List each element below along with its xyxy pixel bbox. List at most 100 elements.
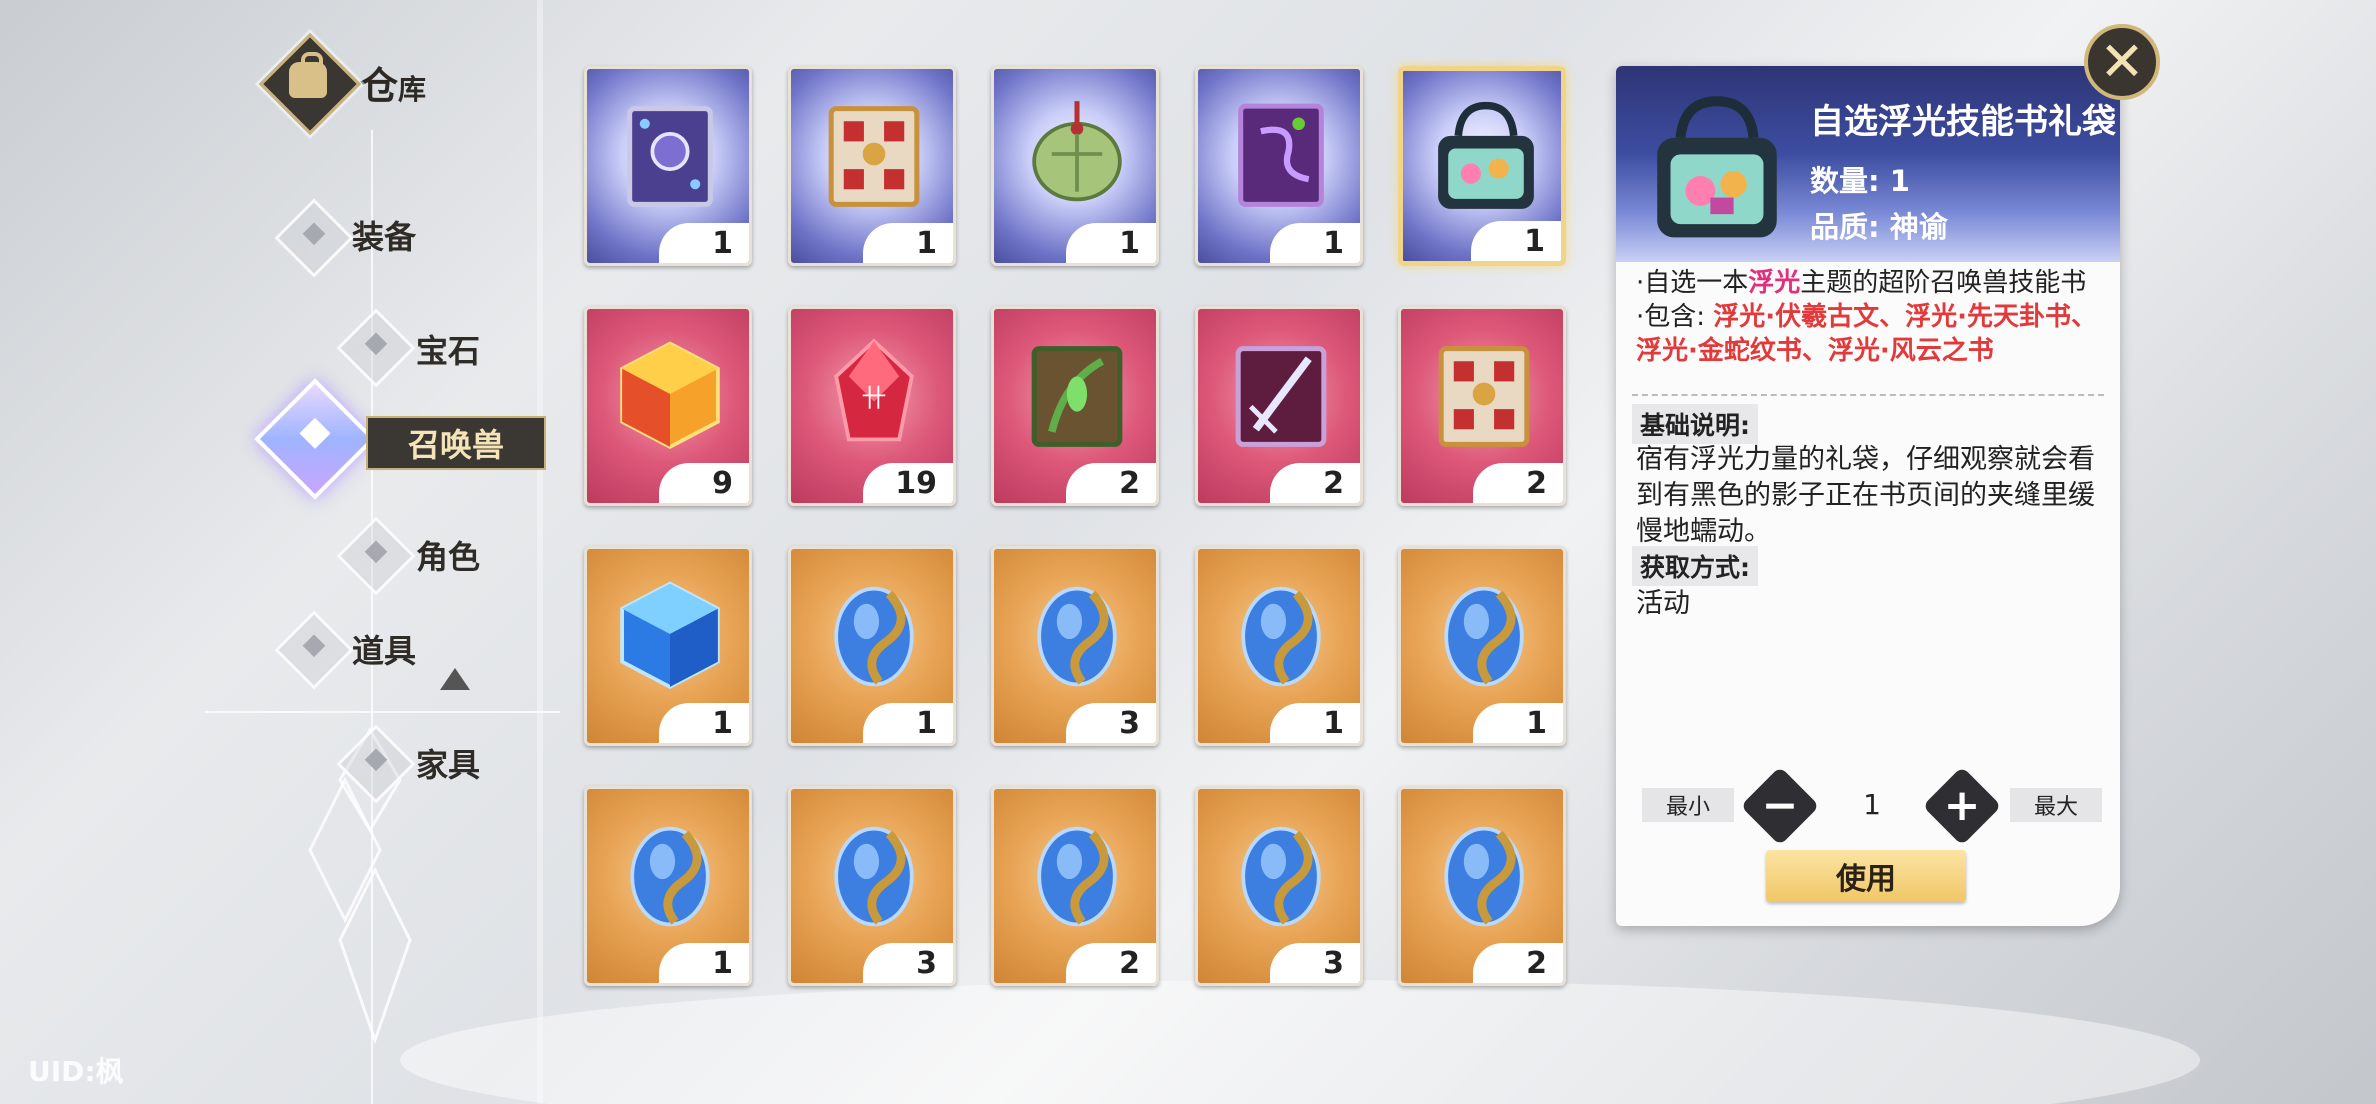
item-card[interactable]: 1 <box>991 66 1159 266</box>
gift-bag-icon <box>1438 101 1534 209</box>
obtain-text: 活动 <box>1636 588 1690 619</box>
item-card[interactable]: 1 <box>788 66 956 266</box>
item-card[interactable]: 1 <box>1398 546 1566 746</box>
plus-icon: + <box>1943 780 1981 831</box>
obtain-label: 获取方式: <box>1632 546 1758 586</box>
item-count: 3 <box>1066 703 1156 743</box>
item-count: 3 <box>1270 943 1360 983</box>
item-count: 1 <box>659 703 749 743</box>
warehouse-title: 仓库 <box>259 33 427 135</box>
item-card[interactable]: 2 <box>1195 306 1363 506</box>
item-card[interactable]: 3 <box>788 786 956 986</box>
item-card[interactable]: 2 <box>1398 306 1566 506</box>
item-card[interactable]: 2 <box>1398 786 1566 986</box>
detail-description: ·自选一本浮光主题的超阶召唤兽技能书 ·包含: 浮光·伏羲古文、浮光·先天卦书、… <box>1636 268 2098 366</box>
max-button[interactable]: 最大 <box>2010 788 2102 822</box>
sidebar-item-label: 角色 <box>416 538 481 576</box>
fire-cube-icon <box>620 341 720 450</box>
item-count: 2 <box>1066 943 1156 983</box>
item-count: 2 <box>1473 943 1563 983</box>
blue-gem-icon <box>1037 586 1117 687</box>
item-card[interactable]: 1 <box>584 546 752 746</box>
item-card[interactable]: 1 <box>1195 546 1363 746</box>
item-card[interactable]: 2 <box>991 786 1159 986</box>
red-crystal-icon: 卄 <box>834 338 914 442</box>
diamond-icon <box>336 308 416 388</box>
diamond-icon <box>274 198 354 278</box>
blue-gem-icon <box>1444 586 1524 687</box>
item-detail-panel: 自选浮光技能书礼袋 数量: 1 品质: 神谕 ·自选一本浮光主题的超阶召唤兽技能… <box>1616 66 2120 926</box>
item-card[interactable]: 1 <box>584 786 752 986</box>
minus-icon: − <box>1761 780 1799 831</box>
svg-text:卄: 卄 <box>861 384 886 413</box>
sidebar-item-label: 家具 <box>416 746 481 784</box>
item-card[interactable]: 1 <box>584 66 752 266</box>
basic-info-label: 基础说明: <box>1632 404 1758 444</box>
item-grid: 1 1 1 1 1 9 卄 19 2 2 2 1 1 3 1 1 1 3 2 3 2 <box>584 66 1570 996</box>
warehouse-title-text: 仓库 <box>360 63 427 108</box>
sidebar-item-label: 道具 <box>352 632 417 670</box>
item-card[interactable]: 1 <box>1195 66 1363 266</box>
item-count: 1 <box>1471 221 1561 261</box>
item-card[interactable]: 2 <box>991 306 1159 506</box>
item-count: 1 <box>659 943 749 983</box>
detail-header: 自选浮光技能书礼袋 数量: 1 品质: 神谕 <box>1616 66 2120 262</box>
item-count: 1 <box>863 223 953 263</box>
green-tortoise-shell-icon <box>1032 101 1122 202</box>
item-card[interactable]: 3 <box>1195 786 1363 986</box>
blue-gem-icon <box>834 586 914 687</box>
divider <box>1632 394 2104 396</box>
purple-swirl-book-icon <box>1238 103 1324 207</box>
blue-gem-icon <box>630 826 710 927</box>
min-button[interactable]: 最小 <box>1642 788 1734 822</box>
gift-bag-icon <box>1657 96 1777 238</box>
quantity-stepper: 最小 − 1 + 最大 <box>1642 766 2102 846</box>
diamond-icon <box>336 516 416 596</box>
item-count: 1 <box>659 223 749 263</box>
detail-title: 自选浮光技能书礼袋 <box>1810 102 2116 142</box>
item-count: 1 <box>863 703 953 743</box>
item-count: 1 <box>1270 703 1360 743</box>
item-card[interactable]: 3 <box>991 546 1159 746</box>
item-count: 1 <box>1270 223 1360 263</box>
item-card[interactable]: 1 <box>1398 66 1566 266</box>
blue-gem-icon <box>1241 826 1321 927</box>
blue-ice-cube-icon <box>620 581 720 690</box>
sidebar-item-label: 宝石 <box>416 332 481 370</box>
close-icon: ✕ <box>2099 30 2145 93</box>
backpack-icon <box>259 33 361 135</box>
uid-label: UID:枫 <box>28 1055 124 1088</box>
blue-gem-icon <box>1241 586 1321 687</box>
blue-gem-icon <box>1444 826 1524 927</box>
item-count: 3 <box>863 943 953 983</box>
item-count: 2 <box>1473 463 1563 503</box>
item-card[interactable]: 1 <box>788 546 956 746</box>
red-gold-book-icon <box>828 106 920 207</box>
item-count: 19 <box>863 463 953 503</box>
diamond-icon <box>336 724 416 804</box>
sidebar-item-label: 装备 <box>352 218 417 256</box>
detail-quantity: 数量: 1 <box>1810 164 1910 198</box>
diamond-icon <box>274 610 354 690</box>
item-count: 2 <box>1270 463 1360 503</box>
item-card[interactable]: 卄 19 <box>788 306 956 506</box>
active-diamond-icon <box>254 378 376 500</box>
plus-button[interactable]: + <box>1922 766 2002 846</box>
close-button[interactable]: ✕ <box>2084 24 2160 100</box>
detail-quality: 品质: 神谕 <box>1810 210 1948 244</box>
purple-sword-book-icon <box>1235 346 1327 447</box>
item-card[interactable]: 9 <box>584 306 752 506</box>
item-count: 1 <box>1473 703 1563 743</box>
item-count: 9 <box>659 463 749 503</box>
green-vine-book-icon <box>1031 346 1123 447</box>
basic-info-text: 宿有浮光力量的礼袋，仔细观察就会看到有黑色的影子正在书页间的夹缝里缓慢地蠕动。 <box>1636 444 2095 544</box>
minus-button[interactable]: − <box>1740 766 1820 846</box>
item-count: 1 <box>1066 223 1156 263</box>
use-button[interactable]: 使用 <box>1766 850 1966 902</box>
red-gold-book-icon <box>1438 346 1530 447</box>
blue-gem-icon <box>834 826 914 927</box>
quantity-value: 1 <box>1863 788 1881 821</box>
purple-magic-book-icon <box>627 106 713 207</box>
item-count: 2 <box>1066 463 1156 503</box>
blue-gem-icon <box>1037 826 1117 927</box>
